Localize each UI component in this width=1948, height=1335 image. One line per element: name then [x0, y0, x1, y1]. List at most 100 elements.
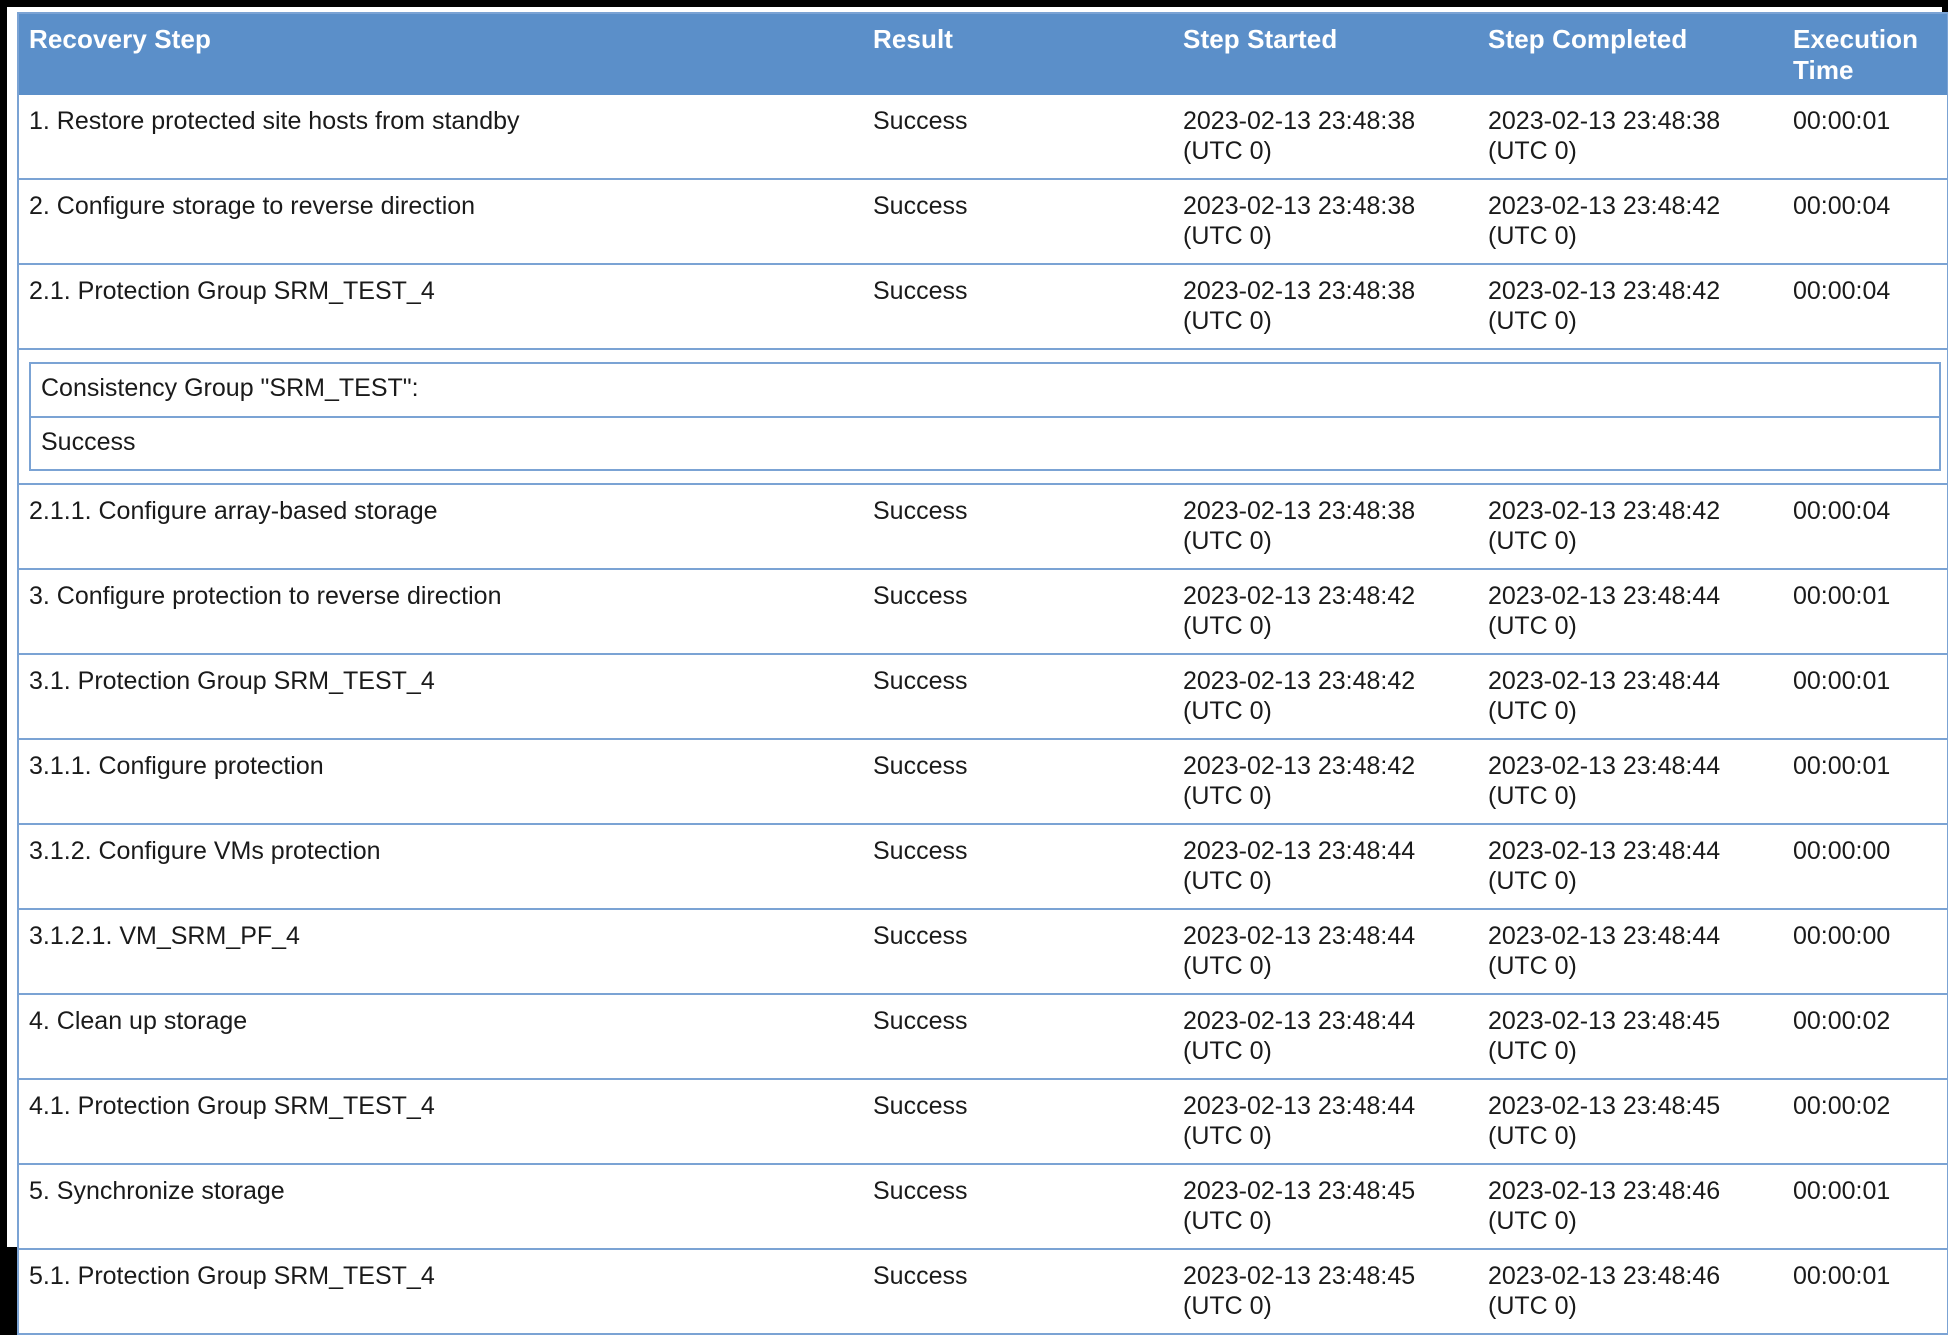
- table-row[interactable]: 5.1. Protection Group SRM_TEST_4 Success…: [18, 1248, 1948, 1335]
- timestamp-date: 2023-02-13 23:48:42: [1183, 582, 1416, 611]
- cell-step-started: 2023-02-13 23:48:38 (UTC 0): [1173, 483, 1478, 570]
- timestamp-tz: (UTC 0): [1183, 696, 1272, 725]
- cell-execution-time: 00:00:00: [1783, 823, 1948, 910]
- timestamp-date: 2023-02-13 23:48:42: [1488, 192, 1721, 221]
- timestamp-tz: (UTC 0): [1183, 951, 1272, 980]
- timestamp-date: 2023-02-13 23:48:38: [1488, 107, 1721, 136]
- cell-execution-time: 00:00:04: [1783, 263, 1948, 350]
- cell-step-started: 2023-02-13 23:48:45 (UTC 0): [1173, 1248, 1478, 1335]
- table-row[interactable]: 2. Configure storage to reverse directio…: [18, 178, 1948, 265]
- timestamp-date: 2023-02-13 23:48:38: [1183, 277, 1416, 306]
- cell-step-completed: 2023-02-13 23:48:44 (UTC 0): [1478, 738, 1783, 825]
- timestamp-tz: (UTC 0): [1183, 1121, 1272, 1150]
- cell-step-started: 2023-02-13 23:48:44 (UTC 0): [1173, 908, 1478, 995]
- cell-step-started: 2023-02-13 23:48:45 (UTC 0): [1173, 1163, 1478, 1250]
- timestamp-tz: (UTC 0): [1183, 611, 1272, 640]
- cell-execution-time: 00:00:01: [1783, 1163, 1948, 1250]
- table-header: Recovery Step Result Step Started Step C…: [18, 13, 1948, 96]
- column-header-execution-time[interactable]: Execution Time: [1783, 13, 1948, 96]
- timestamp-date: 2023-02-13 23:48:46: [1488, 1177, 1721, 1206]
- cell-step-completed: 2023-02-13 23:48:42 (UTC 0): [1478, 178, 1783, 265]
- timestamp-tz: (UTC 0): [1488, 951, 1577, 980]
- consistency-group-result-row: Success: [30, 415, 1940, 471]
- cell-recovery-step: 4. Clean up storage: [18, 993, 863, 1080]
- cell-recovery-step: 2.1.1. Configure array-based storage: [18, 483, 863, 570]
- cell-recovery-step: 3.1. Protection Group SRM_TEST_4: [18, 653, 863, 740]
- timestamp-tz: (UTC 0): [1488, 1036, 1577, 1065]
- timestamp-date: 2023-02-13 23:48:42: [1183, 752, 1416, 781]
- timestamp-tz: (UTC 0): [1488, 136, 1577, 165]
- timestamp-tz: (UTC 0): [1488, 1206, 1577, 1235]
- cell-execution-time: 00:00:04: [1783, 483, 1948, 570]
- column-header-step-started[interactable]: Step Started: [1173, 13, 1478, 96]
- timestamp-tz: (UTC 0): [1488, 306, 1577, 335]
- cell-recovery-step: 3. Configure protection to reverse direc…: [18, 568, 863, 655]
- timestamp-date: 2023-02-13 23:48:45: [1183, 1262, 1416, 1291]
- timestamp-date: 2023-02-13 23:48:45: [1488, 1007, 1721, 1036]
- cell-execution-time: 00:00:01: [1783, 568, 1948, 655]
- cell-recovery-step: 3.1.2. Configure VMs protection: [18, 823, 863, 910]
- cell-result: Success: [863, 908, 1173, 995]
- table-row[interactable]: 3.1.2.1. VM_SRM_PF_4 Success 2023-02-13 …: [18, 908, 1948, 995]
- cell-step-started: 2023-02-13 23:48:38 (UTC 0): [1173, 178, 1478, 265]
- timestamp-date: 2023-02-13 23:48:44: [1183, 922, 1416, 951]
- cell-step-completed: 2023-02-13 23:48:44 (UTC 0): [1478, 653, 1783, 740]
- table-row[interactable]: 3.1.2. Configure VMs protection Success …: [18, 823, 1948, 910]
- cell-result: Success: [863, 263, 1173, 350]
- timestamp-date: 2023-02-13 23:48:44: [1488, 667, 1721, 696]
- cell-result: Success: [863, 483, 1173, 570]
- timestamp-date: 2023-02-13 23:48:45: [1488, 1092, 1721, 1121]
- cell-step-completed: 2023-02-13 23:48:46 (UTC 0): [1478, 1163, 1783, 1250]
- timestamp-tz: (UTC 0): [1488, 696, 1577, 725]
- column-header-recovery-step[interactable]: Recovery Step: [18, 13, 863, 96]
- timestamp-tz: (UTC 0): [1183, 136, 1272, 165]
- cell-step-completed: 2023-02-13 23:48:45 (UTC 0): [1478, 993, 1783, 1080]
- cell-recovery-step: 2. Configure storage to reverse directio…: [18, 178, 863, 265]
- table-row[interactable]: 3. Configure protection to reverse direc…: [18, 568, 1948, 655]
- timestamp-date: 2023-02-13 23:48:44: [1183, 1007, 1416, 1036]
- timestamp-date: 2023-02-13 23:48:38: [1183, 497, 1416, 526]
- cell-result: Success: [863, 568, 1173, 655]
- cell-execution-time: 00:00:04: [1783, 178, 1948, 265]
- cell-step-completed: 2023-02-13 23:48:46 (UTC 0): [1478, 1248, 1783, 1335]
- table-row[interactable]: 3.1.1. Configure protection Success 2023…: [18, 738, 1948, 825]
- cell-execution-time: 00:00:01: [1783, 738, 1948, 825]
- table-row[interactable]: 1. Restore protected site hosts from sta…: [18, 95, 1948, 180]
- table-row[interactable]: 5. Synchronize storage Success 2023-02-1…: [18, 1163, 1948, 1250]
- timestamp-tz: (UTC 0): [1488, 866, 1577, 895]
- cell-recovery-step: 1. Restore protected site hosts from sta…: [18, 95, 863, 180]
- table-row[interactable]: 2.1.1. Configure array-based storage Suc…: [18, 483, 1948, 570]
- table-row[interactable]: 4. Clean up storage Success 2023-02-13 2…: [18, 993, 1948, 1080]
- cell-result: Success: [863, 1248, 1173, 1335]
- cell-step-completed: 2023-02-13 23:48:45 (UTC 0): [1478, 1078, 1783, 1165]
- cell-execution-time: 00:00:01: [1783, 1248, 1948, 1335]
- cell-step-started: 2023-02-13 23:48:44 (UTC 0): [1173, 823, 1478, 910]
- cell-result: Success: [863, 653, 1173, 740]
- cell-execution-time: 00:00:02: [1783, 1078, 1948, 1165]
- recovery-steps-table: Recovery Step Result Step Started Step C…: [17, 12, 1948, 1335]
- cell-execution-time: 00:00:01: [1783, 95, 1948, 180]
- table-body: 1. Restore protected site hosts from sta…: [18, 95, 1948, 1335]
- table-row[interactable]: 4.1. Protection Group SRM_TEST_4 Success…: [18, 1078, 1948, 1165]
- cell-step-started: 2023-02-13 23:48:38 (UTC 0): [1173, 263, 1478, 350]
- column-header-result[interactable]: Result: [863, 13, 1173, 96]
- cell-step-completed: 2023-02-13 23:48:42 (UTC 0): [1478, 263, 1783, 350]
- cell-result: Success: [863, 178, 1173, 265]
- timestamp-tz: (UTC 0): [1488, 611, 1577, 640]
- timestamp-date: 2023-02-13 23:48:44: [1488, 752, 1721, 781]
- timestamp-tz: (UTC 0): [1183, 221, 1272, 250]
- timestamp-date: 2023-02-13 23:48:46: [1488, 1262, 1721, 1291]
- consistency-group-title-row: Consistency Group "SRM_TEST":: [30, 363, 1940, 417]
- table-row[interactable]: 3.1. Protection Group SRM_TEST_4 Success…: [18, 653, 1948, 740]
- table-row[interactable]: 2.1. Protection Group SRM_TEST_4 Success…: [18, 263, 1948, 350]
- cell-result: Success: [863, 95, 1173, 180]
- timestamp-tz: (UTC 0): [1183, 866, 1272, 895]
- timestamp-tz: (UTC 0): [1183, 1036, 1272, 1065]
- column-header-step-completed[interactable]: Step Completed: [1478, 13, 1783, 96]
- cell-step-started: 2023-02-13 23:48:44 (UTC 0): [1173, 1078, 1478, 1165]
- cell-result: Success: [863, 1163, 1173, 1250]
- timestamp-tz: (UTC 0): [1488, 1291, 1577, 1320]
- cell-recovery-step: 2.1. Protection Group SRM_TEST_4: [18, 263, 863, 350]
- cell-result: Success: [863, 823, 1173, 910]
- timestamp-date: 2023-02-13 23:48:44: [1183, 837, 1416, 866]
